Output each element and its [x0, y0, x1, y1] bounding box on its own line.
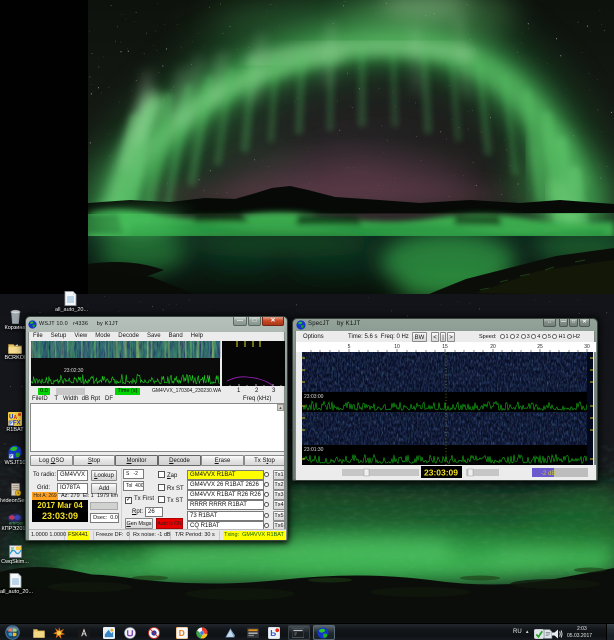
- svg-text:D: D: [179, 628, 185, 638]
- svg-text:-2 dB: -2 dB: [541, 471, 555, 477]
- svg-text:23:01:30: 23:01:30: [304, 447, 324, 453]
- svg-text:Ь: Ь: [270, 628, 276, 638]
- svg-text:FX: FX: [13, 421, 21, 427]
- svg-text:23:03:00: 23:03:00: [304, 394, 324, 400]
- svg-text:23:03:09: 23:03:09: [424, 468, 458, 478]
- svg-text:КПРЭ2017: КПРЭ2017: [9, 521, 23, 526]
- svg-text:23:02:30: 23:02:30: [64, 368, 84, 374]
